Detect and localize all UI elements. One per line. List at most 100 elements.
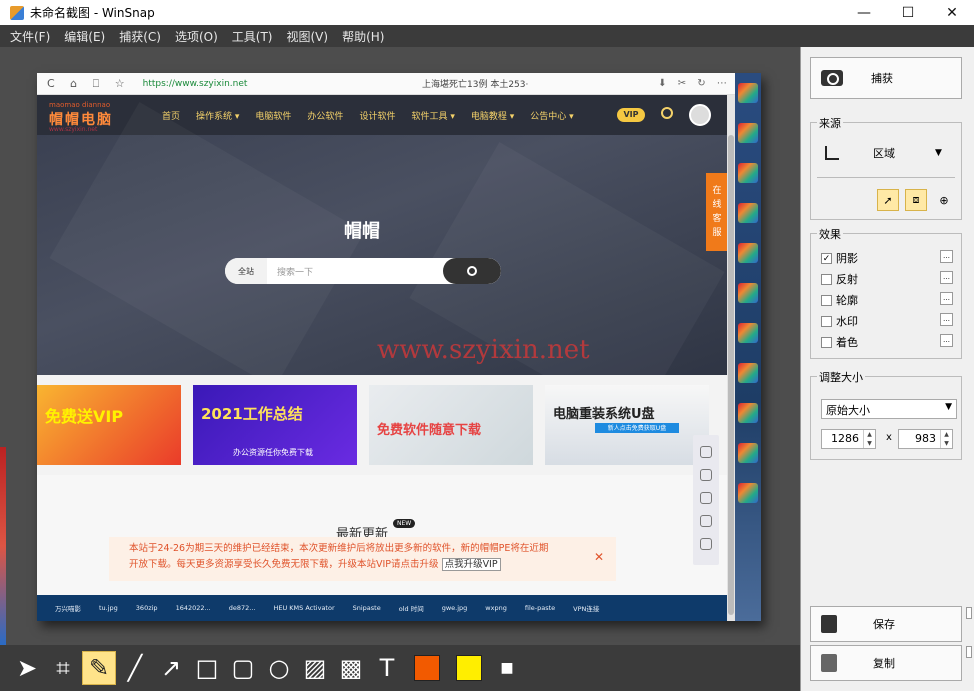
secondary-color-swatch[interactable] [456,655,482,681]
effect-settings-button[interactable]: … [940,250,953,263]
chevron-down-icon: ▼ [945,402,952,412]
minimize-button[interactable]: — [842,0,886,25]
arrow-tool-icon[interactable]: ↗ [154,651,188,685]
height-input[interactable]: 983 ▲ ▼ [898,429,953,449]
hero-banner: 帽帽 全站 搜索一下 www.szyixin.net [37,102,727,428]
effect-shadow[interactable]: ✓ 阴影 … [821,250,953,266]
desktop-icon [738,163,758,183]
capture-canvas[interactable]: C ⌂ ⎕ ☆ https://www.szyixin.net 上海堪死亡13例… [0,47,800,645]
desktop-taskbar: 万兴喵影 tu.jpg 360zip 1642022... de872... H… [37,595,761,621]
add-circle-icon[interactable]: ⊕ [933,189,955,211]
text-tool-icon[interactable]: T [370,651,404,685]
search-icon [661,107,673,119]
menu-help[interactable]: 帮助(H) [342,28,384,45]
width-input[interactable]: 1286 ▲ ▼ [821,429,876,449]
pointer-tool-icon[interactable]: ➤ [10,651,44,685]
effect-settings-button[interactable]: … [940,313,953,326]
checkbox[interactable] [821,315,832,327]
site-side-tools [693,435,719,565]
site-nav-item: 电脑软件 [255,111,292,122]
desktop-icon [738,323,758,343]
pixelate-tool-icon[interactable]: ▩ [334,651,368,685]
effect-settings-button[interactable]: … [940,334,953,347]
times-label: x [886,432,892,443]
effect-outline[interactable]: 轮廓 … [821,292,953,308]
checkbox[interactable] [821,294,832,306]
maximize-button[interactable]: ☐ [886,0,930,25]
vip-badge: VIP [617,108,645,122]
menu-edit[interactable]: 编辑(E) [64,28,105,45]
banner-free-software: 免费软件随意下载 [369,385,533,465]
banner-work-summary: 2021工作总结 办公资源任你免费下载 [193,385,357,465]
divider [817,177,955,178]
window-region-icon[interactable]: ⧈ [905,189,927,211]
menu-view[interactable]: 视图(V) [287,28,329,45]
capture-button[interactable]: 捕获 [810,57,962,99]
banner-usb-reinstall: 电脑重装系统U盘 新人点击免费获取U盘 [545,385,709,465]
notice-line-1: 本站于24-26为期三天的维护已经结束，本次更新维护后将放出更多新的软件，新的帽… [129,543,549,554]
window-title: 未命名截图 - WinSnap [30,6,155,20]
effect-reflection[interactable]: 反射 … [821,271,953,287]
desktop-icon [738,483,758,503]
effect-settings-button[interactable]: … [940,271,953,284]
menu-file[interactable]: 文件(F) [10,28,50,45]
primary-color-swatch[interactable] [414,655,440,681]
desktop-icon [738,123,758,143]
hero-title: 帽帽 [344,221,380,242]
new-badge: NEW [393,519,416,528]
captured-image[interactable]: C ⌂ ⎕ ☆ https://www.szyixin.net 上海堪死亡13例… [37,73,761,621]
source-group: 来源 区域 ▼ ➚ ⧈ ⊕ [810,115,962,220]
save-button[interactable]: 保存 [810,606,962,642]
close-button[interactable]: ✕ [930,0,974,25]
spinner-icon[interactable]: ▲ ▼ [863,430,875,448]
online-service-tab: 在 线 客 服 [706,173,728,251]
title-bar: 未命名截图 - WinSnap — ☐ ✕ [0,0,974,25]
options-panel: 捕获 来源 区域 ▼ ➚ ⧈ ⊕ 效果 ✓ 阴影 … 反射 … 轮廓 … 水印 … [800,47,974,691]
checkbox[interactable] [821,336,832,348]
copy-icon [821,654,837,672]
effect-settings-button[interactable]: … [940,292,953,305]
browser-news: 上海堪死亡13例 本土253· [422,80,529,90]
rounded-rectangle-tool-icon[interactable]: ▢ [226,651,260,685]
site-nav-item: 电脑教程 ▾ [470,111,515,122]
hero-search: 全站 搜索一下 [225,258,501,284]
effect-watermark[interactable]: 水印 … [821,313,953,329]
ellipse-tool-icon[interactable]: ○ [262,651,296,685]
site-nav-item: 设计软件 [359,111,396,122]
crop-tool-icon[interactable]: ⌗ [46,651,80,685]
menu-capture[interactable]: 捕获(C) [119,28,161,45]
browser-toolbar: C ⌂ ⎕ ☆ https://www.szyixin.net 上海堪死亡13例… [37,73,761,95]
effect-tint[interactable]: 着色 … [821,334,953,350]
cursor-toggle-icon[interactable]: ➚ [877,189,899,211]
line-width-icon[interactable]: ■ [490,651,524,685]
tool-icon [700,515,712,527]
tool-icon [700,492,712,504]
spinner-icon[interactable]: ▲ ▼ [940,430,952,448]
tool-icon [700,446,712,458]
checkbox-checked[interactable]: ✓ [821,252,832,264]
site-nav-item: 操作系统 ▾ [196,111,240,122]
site-logo: maomao diannao 帽帽电脑 www.szyixin.net [49,101,113,133]
checkbox[interactable] [821,273,832,285]
source-select[interactable]: 区域 ▼ [825,145,942,161]
annotation-toolbar: ➤ ⌗ ✎ ╱ ↗ □ ▢ ○ ▨ ▩ T ■ [0,645,800,691]
chevron-down-icon: ▼ [935,148,942,158]
hatch-tool-icon[interactable]: ▨ [298,651,332,685]
line-tool-icon[interactable]: ╱ [118,651,152,685]
menu-bar: 文件(F) 编辑(E) 捕获(C) 选项(O) 工具(T) 视图(V) 帮助(H… [0,25,974,47]
notice-banner: 本站于24-26为期三天的维护已经结束，本次更新维护后将放出更多新的软件，新的帽… [109,537,616,581]
panel-grip [966,646,972,658]
desktop-icons [735,73,761,621]
site-nav-items: 首页 操作系统 ▾ 电脑软件 办公软件 设计软件 软件工具 ▾ 电脑教程 ▾ 公… [162,95,590,135]
browser-url: https://www.szyixin.net [142,78,248,89]
resize-mode-select[interactable]: 原始大小 ▼ [821,399,957,419]
menu-options[interactable]: 选项(O) [175,28,218,45]
rectangle-tool-icon[interactable]: □ [190,651,224,685]
copy-button[interactable]: 复制 [810,645,962,681]
tool-icon [700,469,712,481]
site-nav-item: 办公软件 [307,111,344,122]
pen-tool-icon[interactable]: ✎ [82,651,116,685]
menu-tools[interactable]: 工具(T) [232,28,273,45]
browser-nav-icons: C ⌂ ⎕ ☆ [47,76,131,90]
crop-icon [825,146,839,160]
